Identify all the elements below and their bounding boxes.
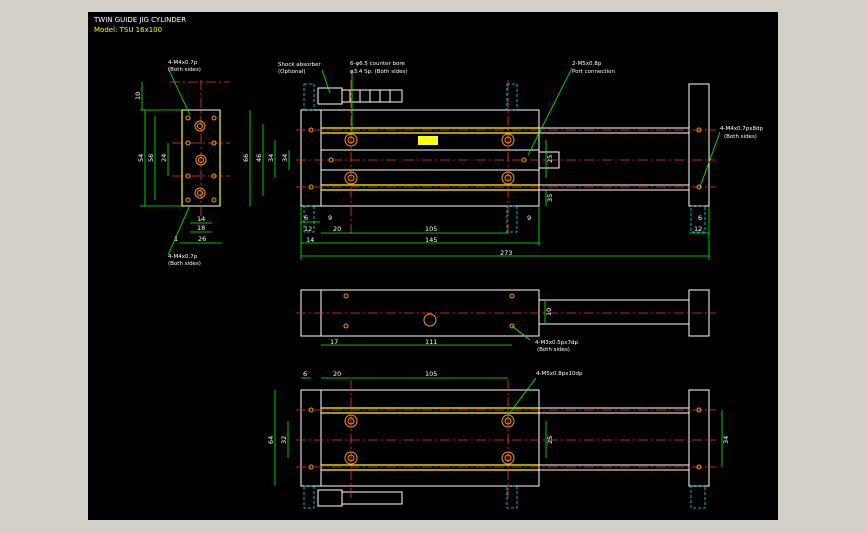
dim-front-105: 105 xyxy=(425,225,437,233)
viewport-frame xyxy=(778,12,867,533)
dim-bottom-105: 105 xyxy=(425,370,437,378)
cad-drawing: TWIN GUIDE JIG CYLINDER Model: TSU 16x10… xyxy=(93,16,763,509)
dim-bottom-25: 25 xyxy=(546,436,554,444)
callout-right-end: 4-M4x0.7px8dp xyxy=(720,126,763,132)
callout-side-top-sub: (Both sides) xyxy=(168,67,201,73)
callout-shock-sub: (Optional) xyxy=(278,69,306,75)
callout-side-bottom: 4-M4x0.7p xyxy=(168,254,198,260)
cad-viewport[interactable]: TWIN GUIDE JIG CYLINDER Model: TSU 16x10… xyxy=(88,12,778,520)
callout-port-sub: Port connection xyxy=(572,69,615,75)
dim-front-34b: 34 xyxy=(281,154,289,162)
dim-front-20: 20 xyxy=(333,225,341,233)
dim-front-9b: 9 xyxy=(527,214,531,222)
dim-front-12b: 12 xyxy=(694,225,702,233)
callout-side-bottom-sub: (Both sides) xyxy=(168,261,201,267)
dim-side-18: 18 xyxy=(197,224,205,232)
model-label: Model: TSU 16x100 xyxy=(94,26,162,34)
callout-bottom-holes: 4-M5x0.8px10dp xyxy=(536,371,583,377)
callout-side-top: 4-M4x0.7p xyxy=(168,60,198,66)
side-view: 10 54 56 24 14 18 26 1 4-M4x0.7p (Both s… xyxy=(134,60,230,267)
dim-front-273: 273 xyxy=(500,249,512,257)
plan-view: 10 17 111 4-M3x0.5px7dp (Both sides) xyxy=(296,289,716,353)
dim-plan-111: 111 xyxy=(425,338,437,346)
dim-side-26: 26 xyxy=(198,235,206,243)
dim-bottom-34: 34 xyxy=(722,436,730,444)
dim-front-9: 9 xyxy=(328,214,332,222)
dim-front-6: 6 xyxy=(304,214,308,222)
dim-side-1: 1 xyxy=(174,235,178,243)
dim-front-34a: 34 xyxy=(267,154,275,162)
callout-plan-holes: 4-M3x0.5px7dp xyxy=(535,340,578,346)
dim-front-35: 35 xyxy=(546,194,554,202)
dim-side-10: 10 xyxy=(134,92,142,100)
bottom-view: 6 20 105 64 32 25 34 4-M5x0.8px10dp xyxy=(267,370,730,509)
dim-front-46: 46 xyxy=(255,154,263,162)
callout-counterbore-sub: φ3.4 Sp. (Both sides) xyxy=(350,69,408,75)
dim-side-56: 56 xyxy=(147,154,155,162)
dim-front-66: 66 xyxy=(242,154,250,162)
dim-bottom-20: 20 xyxy=(333,370,341,378)
dim-front-12: 12 xyxy=(304,225,312,233)
dim-front-145: 145 xyxy=(425,236,437,244)
drawing-title: TWIN GUIDE JIG CYLINDER xyxy=(93,16,186,24)
dim-front-25: 25 xyxy=(546,155,554,163)
dim-front-6b: 6 xyxy=(698,214,702,222)
dim-plan-10: 10 xyxy=(545,308,553,316)
dim-side-24: 24 xyxy=(160,154,168,162)
dim-bottom-64: 64 xyxy=(267,436,275,444)
callout-shock: Shock absorber xyxy=(278,62,322,68)
callout-port: 2-M5x0.8p xyxy=(572,61,602,67)
dim-bottom-32: 32 xyxy=(280,436,288,444)
dim-front-14: 14 xyxy=(306,236,314,244)
dim-side-54: 54 xyxy=(137,154,145,162)
callout-right-end-sub: (Both sides) xyxy=(724,134,757,140)
dim-plan-17: 17 xyxy=(330,338,338,346)
front-view: 66 46 34 34 25 35 6 12 9 20 105 14 145 2… xyxy=(242,61,763,260)
dim-bottom-6: 6 xyxy=(303,370,307,378)
callout-plan-holes-sub: (Both sides) xyxy=(537,347,570,353)
dim-side-14: 14 xyxy=(197,215,205,223)
callout-counterbore: 6-φ6.5 counter bore xyxy=(350,61,406,67)
